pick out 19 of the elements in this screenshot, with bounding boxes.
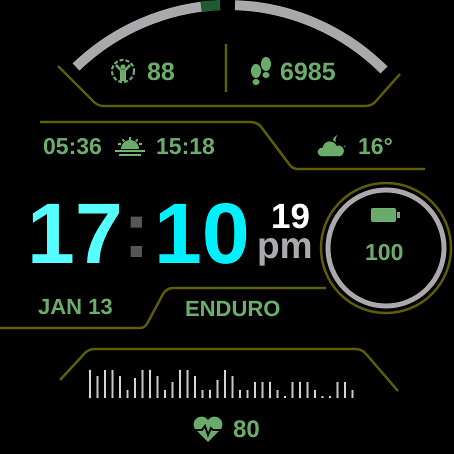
battery-percent: 100 xyxy=(365,241,404,264)
temperature: 16° xyxy=(358,135,393,158)
intensity-icon xyxy=(110,57,136,85)
intensity-value: 88 xyxy=(147,60,175,85)
battery-icon xyxy=(370,207,401,223)
date: JAN 13 xyxy=(38,296,113,318)
sunset-time: 15:18 xyxy=(156,135,215,158)
footprints-icon xyxy=(249,56,273,86)
gauge-marker xyxy=(200,0,220,12)
heart-rate-value: 80 xyxy=(233,418,260,442)
steps-value: 6985 xyxy=(280,60,336,85)
clock-hours: 17 xyxy=(27,191,123,277)
sunrise-icon xyxy=(115,137,145,156)
cloud-moon-icon xyxy=(316,133,348,158)
clock-separator: : xyxy=(123,190,150,270)
sunrise-time: 05:36 xyxy=(43,135,102,158)
clock-minutes: 10 xyxy=(154,191,250,277)
activity-profile: ENDURO xyxy=(185,298,280,320)
heart-rate-icon xyxy=(192,415,224,443)
